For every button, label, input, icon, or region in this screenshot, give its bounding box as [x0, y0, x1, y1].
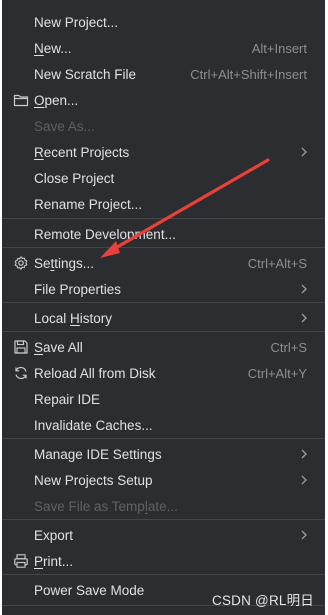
- menu-item-label: Export: [34, 527, 74, 543]
- folder-icon: [13, 94, 29, 107]
- menu-item-label: New Scratch File: [34, 66, 137, 82]
- menu-item-label: Save File as Template...: [34, 498, 178, 514]
- shortcut-label: Alt+Insert: [251, 40, 307, 56]
- menu-separator: [2, 218, 325, 219]
- save-icon: [14, 340, 28, 354]
- menu-item-save-file-as-template: Save File as Template...: [2, 493, 325, 519]
- shortcut-label: Ctrl+Alt+Shift+Insert: [190, 66, 307, 82]
- menu-item-save-as: Save As...: [2, 113, 325, 139]
- menu-item-invalidate-caches[interactable]: Invalidate Caches...: [2, 412, 325, 438]
- chevron-right-icon: [301, 284, 307, 294]
- menu-item-manage-ide-settings[interactable]: Manage IDE Settings: [2, 441, 325, 467]
- menu-item-new-project[interactable]: New Project...: [2, 9, 325, 35]
- menu-item-recent-projects[interactable]: Recent Projects: [2, 139, 325, 165]
- menu-item-label: Local History: [34, 310, 113, 326]
- menu-item-rename-project[interactable]: Rename Project...: [2, 191, 325, 217]
- menu-item-export[interactable]: Export: [2, 522, 325, 548]
- menu-item-repair-ide[interactable]: Repair IDE: [2, 386, 325, 412]
- menu-item-close-project[interactable]: Close Project: [2, 165, 325, 191]
- menu-item-new[interactable]: New... Alt+Insert: [2, 35, 325, 61]
- menu-item-label: Recent Projects: [34, 144, 130, 160]
- reload-icon: [15, 366, 27, 380]
- menu-item-local-history[interactable]: Local History: [2, 305, 325, 331]
- gear-icon: [14, 256, 28, 270]
- menu-item-label: Open...: [34, 92, 79, 108]
- menu-item-label: File Properties: [34, 281, 122, 297]
- menu-item-label: Save As...: [34, 118, 95, 134]
- menu-separator: [2, 438, 325, 439]
- shortcut-label: Ctrl+S: [270, 339, 307, 355]
- menu-item-label: Rename Project...: [34, 196, 143, 212]
- menu-item-label: Remote Development...: [34, 226, 176, 242]
- menu-item-print[interactable]: Print...: [2, 548, 325, 574]
- chevron-right-icon: [301, 449, 307, 459]
- menu-item-label: Power Save Mode: [34, 582, 145, 598]
- chevron-right-icon: [301, 313, 307, 323]
- menu-item-label: Invalidate Caches...: [34, 417, 153, 433]
- menu-item-settings[interactable]: Settings... Ctrl+Alt+S: [2, 250, 325, 276]
- menu-separator: [2, 302, 325, 303]
- menu-item-new-scratch-file[interactable]: New Scratch File Ctrl+Alt+Shift+Insert: [2, 61, 325, 87]
- menu-item-open[interactable]: Open...: [2, 87, 325, 113]
- menu-item-label: Print...: [34, 553, 74, 569]
- menu-item-label: Repair IDE: [34, 391, 101, 407]
- chevron-right-icon: [301, 147, 307, 157]
- menu-item-label: New Project...: [34, 14, 119, 30]
- menu-item-label: Settings...: [34, 255, 95, 271]
- print-icon: [14, 554, 28, 568]
- menu-item-remote-development[interactable]: Remote Development...: [2, 221, 325, 247]
- chevron-right-icon: [301, 530, 307, 540]
- shortcut-label: Ctrl+Alt+Y: [247, 365, 307, 381]
- menu-item-file-properties[interactable]: File Properties: [2, 276, 325, 302]
- watermark: CSDN @RL明日: [212, 593, 314, 608]
- menu-item-label: Reload All from Disk: [34, 365, 156, 381]
- menu-item-reload-all[interactable]: Reload All from Disk Ctrl+Alt+Y: [2, 360, 325, 386]
- menu-item-label: New Projects Setup: [34, 472, 153, 488]
- menu-item-new-projects-setup[interactable]: New Projects Setup: [2, 467, 325, 493]
- file-menu: New Project... New... Alt+Insert New Scr…: [2, 0, 325, 615]
- menu-item-label: Close Project: [34, 170, 115, 186]
- menu-item-label: Manage IDE Settings: [34, 446, 162, 462]
- menu-item-save-all[interactable]: Save All Ctrl+S: [2, 334, 325, 360]
- menu-separator: [2, 247, 325, 248]
- menu-item-label: New...: [34, 40, 72, 56]
- menu-item-label: Save All: [34, 339, 83, 355]
- menu-separator: [2, 574, 325, 575]
- chevron-right-icon: [301, 475, 307, 485]
- menu-separator: [2, 519, 325, 520]
- shortcut-label: Ctrl+Alt+S: [247, 255, 307, 271]
- menu-separator: [2, 331, 325, 332]
